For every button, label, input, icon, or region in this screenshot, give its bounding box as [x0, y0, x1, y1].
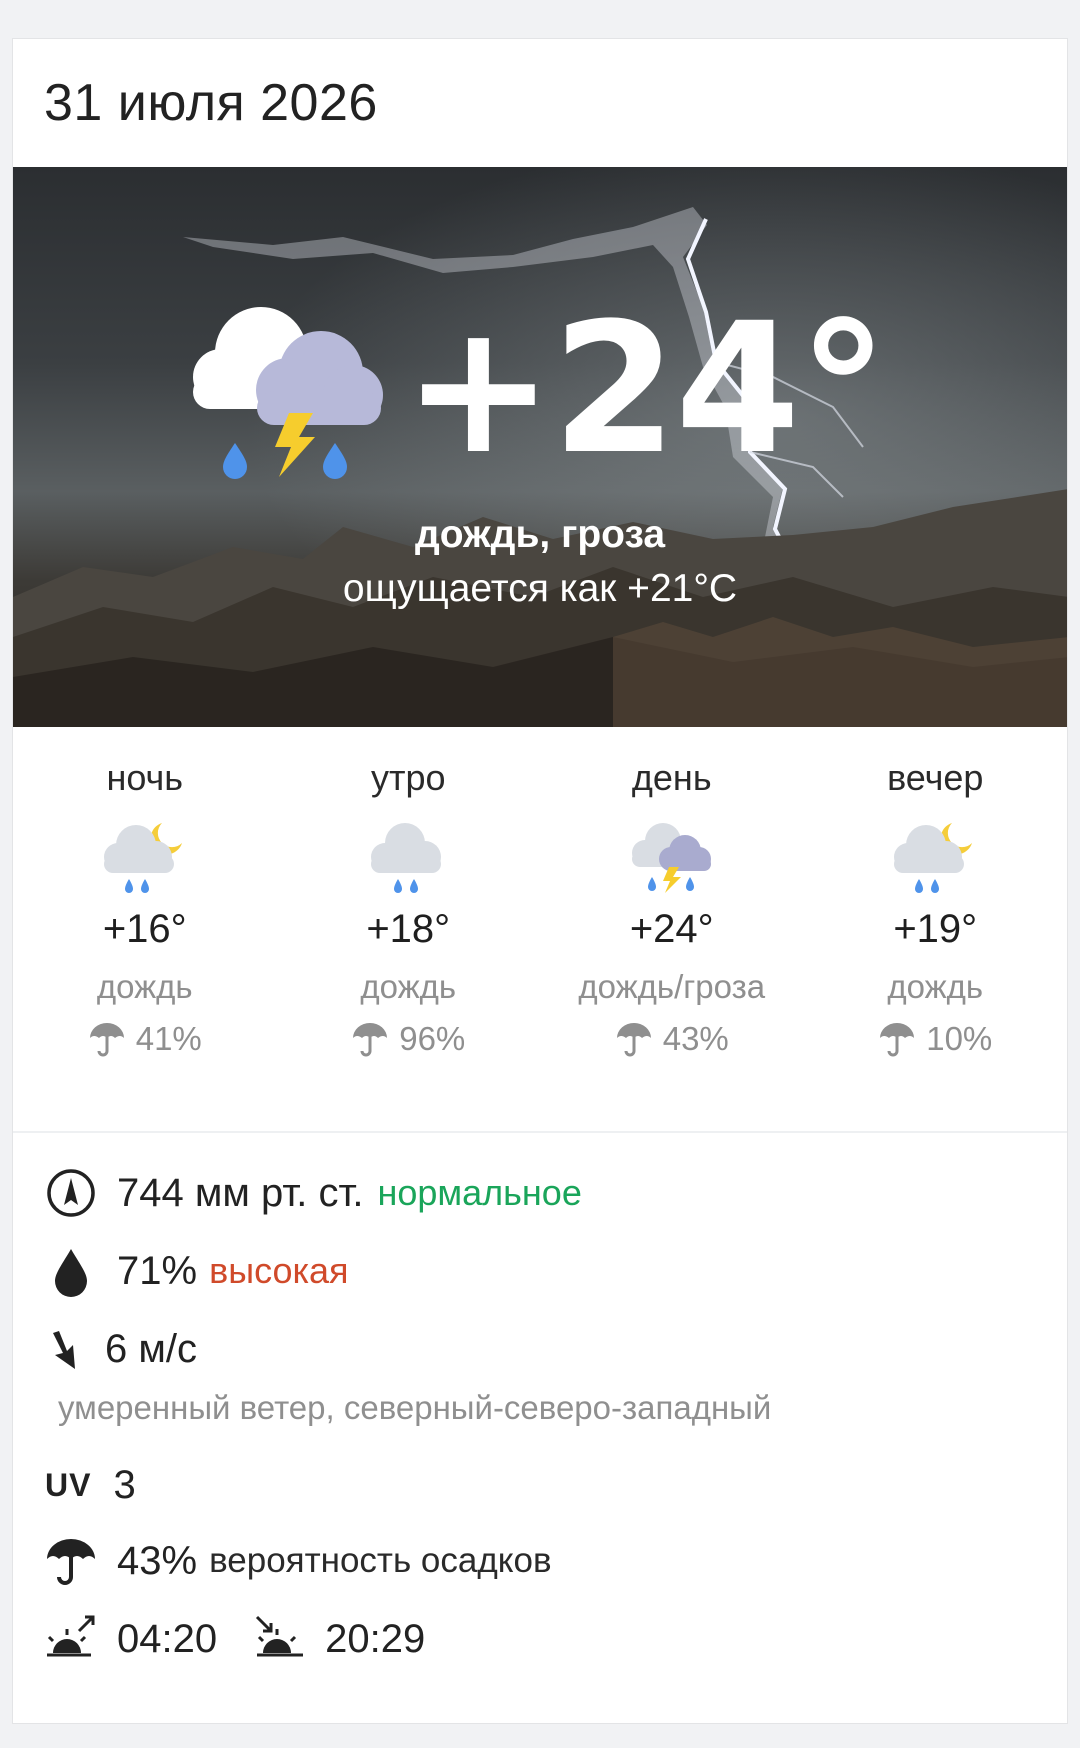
- current-temp-row: +24°: [193, 285, 888, 494]
- precip-probability: 96%: [399, 1020, 466, 1057]
- water-drop-icon: [45, 1245, 97, 1297]
- precipitation-note: вероятность осадков: [209, 1541, 552, 1580]
- day-part-condition: дождь/гроза: [578, 968, 766, 1005]
- humidity-value: 71%: [117, 1248, 198, 1293]
- compass-icon: [45, 1167, 97, 1219]
- humidity-row: 71% высокая: [45, 1245, 349, 1297]
- uv-row: UV 3: [45, 1463, 136, 1508]
- day-part-condition: дождь: [887, 968, 984, 1005]
- pressure-status: нормальное: [377, 1172, 582, 1213]
- cloud-rain-icon: [371, 823, 442, 893]
- day-parts: ночь +16° дождь 41% утро +18° дождь 96% …: [13, 727, 1067, 1133]
- day-part-temperature: +19°: [893, 907, 978, 951]
- card-header: 31 июля 2026: [13, 39, 1067, 167]
- humidity-status: высокая: [209, 1250, 349, 1291]
- wind-description: умеренный ветер, северный-северо-западны…: [58, 1389, 772, 1426]
- current-weather-hero: +24° дождь, гроза ощущается как +21°C: [13, 167, 1067, 727]
- date-title: 31 июля 2026: [44, 74, 378, 132]
- day-part-precipitation: 43%: [540, 1020, 804, 1058]
- day-part-temperature: +18°: [366, 907, 451, 951]
- wind-speed: 6 м/с: [105, 1326, 197, 1371]
- cloud-rain-thunder-icon: [193, 307, 383, 479]
- uv-label: UV: [45, 1467, 92, 1503]
- sun-row: 04:20 20:29: [45, 1613, 425, 1665]
- day-part-morning[interactable]: утро +18° дождь 96%: [277, 727, 541, 1131]
- precip-probability: 41%: [135, 1020, 202, 1057]
- precip-probability: 43%: [662, 1020, 729, 1057]
- day-part-night[interactable]: ночь +16° дождь 41%: [13, 727, 277, 1131]
- day-part-name: день: [631, 757, 712, 798]
- day-part-name: ночь: [106, 757, 184, 798]
- pressure-value: 744 мм рт. ст.: [117, 1170, 364, 1215]
- precipitation-value: 43%: [117, 1538, 198, 1583]
- sunset-time: 20:29: [325, 1616, 426, 1661]
- day-part-precipitation: 41%: [13, 1020, 277, 1058]
- day-part-temperature: +24°: [629, 907, 714, 951]
- current-temperature: +24°: [403, 285, 888, 494]
- pressure-row: 744 мм рт. ст. нормальное: [45, 1167, 582, 1219]
- day-part-evening[interactable]: вечер +19° дождь 10%: [804, 727, 1068, 1131]
- day-part-condition: дождь: [360, 968, 457, 1005]
- day-part-temperature: +16°: [102, 907, 187, 951]
- cloud-moon-rain-icon: [894, 823, 973, 893]
- cloud-moon-rain-icon: [103, 823, 182, 893]
- sunset-icon: [253, 1613, 305, 1665]
- precipitation-row: 43% вероятность осадков: [45, 1535, 552, 1587]
- precip-probability: 10%: [926, 1020, 993, 1057]
- day-part-name: утро: [370, 757, 446, 798]
- day-part-day[interactable]: день +24° дождь/гроза 43%: [540, 727, 804, 1131]
- umbrella-icon: [880, 1023, 915, 1057]
- day-part-condition: дождь: [96, 968, 193, 1005]
- sunrise-time: 04:20: [117, 1616, 218, 1661]
- weather-card: 31 июля 2026 +24° дождь, гроза ощущается…: [12, 38, 1068, 1724]
- current-condition: дождь, гроза: [414, 513, 666, 556]
- day-part-precipitation: 10%: [804, 1020, 1068, 1058]
- wind-direction-arrow-icon: [45, 1323, 85, 1375]
- sunrise-icon: [45, 1613, 97, 1665]
- day-part-precipitation: 96%: [277, 1020, 541, 1058]
- cloud-rain-thunder-icon: [631, 823, 711, 893]
- uv-value: 3: [113, 1463, 136, 1507]
- umbrella-icon: [45, 1535, 97, 1587]
- wind-row: 6 м/с: [45, 1323, 197, 1375]
- day-part-name: вечер: [887, 757, 984, 798]
- umbrella-icon: [353, 1023, 388, 1057]
- umbrella-icon: [89, 1023, 124, 1057]
- feels-like: ощущается как +21°C: [342, 567, 738, 610]
- umbrella-icon: [616, 1023, 651, 1057]
